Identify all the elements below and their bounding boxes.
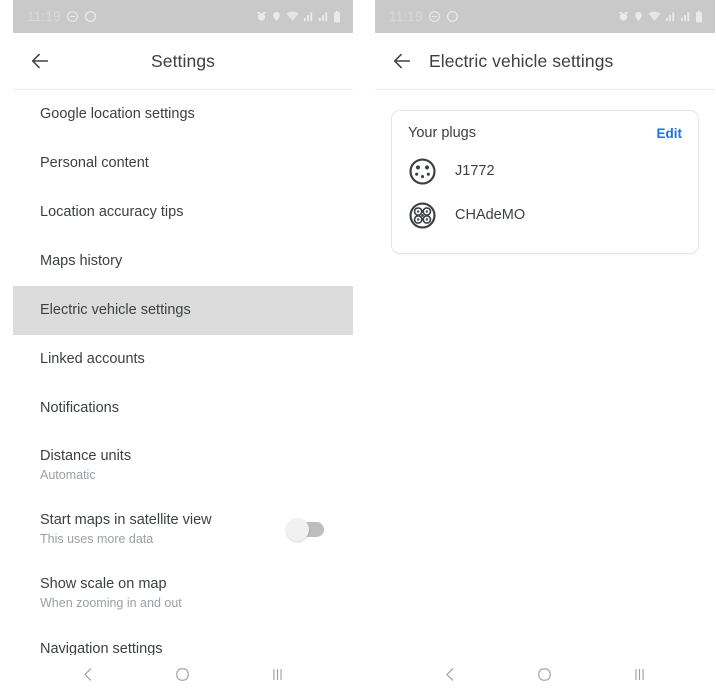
bars-icon [273, 668, 282, 681]
back-button[interactable] [375, 33, 429, 89]
wifi-icon [286, 11, 299, 22]
wifi-icon [648, 11, 661, 22]
home-nav-button[interactable] [519, 655, 571, 694]
back-button[interactable] [13, 33, 67, 89]
settings-item-label: Linked accounts [40, 351, 145, 367]
settings-item-text: Distance units Automatic [40, 447, 131, 484]
settings-item-text: Personal content [40, 154, 149, 173]
settings-item-show-scale-on-map[interactable]: Show scale on map When zooming in and ou… [13, 561, 353, 625]
circle-icon [538, 668, 552, 681]
settings-item-label: Personal content [40, 155, 149, 171]
record-icon [446, 10, 459, 23]
circle-icon [176, 668, 190, 681]
battery-icon [333, 10, 341, 23]
settings-item-label: Distance units [40, 447, 132, 464]
recents-nav-button[interactable] [252, 655, 304, 694]
record-icon [84, 10, 97, 23]
system-nav-bar-left [13, 655, 353, 694]
settings-item-text: Linked accounts [40, 350, 145, 369]
settings-item-sublabel: When zooming in and out [40, 595, 182, 610]
do-not-disturb-icon [428, 10, 441, 23]
settings-item-label: Electric vehicle settings [40, 302, 191, 318]
bars-icon [635, 668, 644, 681]
plug-row[interactable]: J1772 [408, 149, 682, 193]
settings-item-start-maps-in-satellite-view[interactable]: Start maps in satellite view This uses m… [13, 497, 353, 561]
signal-icon [665, 11, 676, 22]
chademo-plug-icon [408, 201, 437, 230]
settings-item-text: Start maps in satellite view This uses m… [40, 511, 212, 548]
settings-item-label: Google location settings [40, 106, 195, 122]
system-nav-bar-right [375, 655, 715, 694]
back-nav-button[interactable] [424, 655, 476, 694]
page-title: Electric vehicle settings [429, 50, 614, 71]
home-nav-button[interactable] [157, 655, 209, 694]
settings-item-notifications[interactable]: Notifications [13, 384, 353, 433]
settings-item-label: Start maps in satellite view [40, 511, 212, 528]
settings-item-text: Notifications [40, 399, 119, 418]
status-time: 11:19 [389, 9, 423, 24]
app-bar-ev-settings: Electric vehicle settings [375, 33, 715, 90]
settings-item-label: Navigation settings [40, 641, 163, 655]
settings-item-text: Electric vehicle settings [40, 301, 191, 320]
settings-item-text: Google location settings [40, 105, 195, 124]
app-bar-settings: Settings [13, 33, 353, 90]
chevron-left-icon [446, 668, 454, 681]
left-phone-screen: 11:19 Settings Google location settings … [13, 0, 353, 694]
ev-settings-body: Your plugs Edit J1772 CHAdeMO [375, 90, 715, 655]
settings-item-text: Maps history [40, 252, 122, 271]
dual-screenshot-container: 11:19 Settings Google location settings … [0, 0, 716, 694]
j1772-plug-icon [408, 157, 437, 186]
chevron-left-icon [84, 668, 92, 681]
settings-item-text: Location accuracy tips [40, 203, 183, 222]
card-header: Your plugs Edit [408, 125, 682, 141]
settings-item-sublabel: Automatic [40, 467, 96, 482]
status-bar-left-group: 11:19 [27, 9, 97, 24]
settings-item-electric-vehicle-settings[interactable]: Electric vehicle settings [13, 286, 353, 335]
settings-item-label: Notifications [40, 400, 119, 416]
do-not-disturb-icon [66, 10, 79, 23]
settings-item-sublabel: This uses more data [40, 531, 154, 546]
plug-label: J1772 [455, 163, 495, 179]
card-title: Your plugs [408, 125, 476, 141]
right-phone-screen: 11:19 Electric vehicle settings Your plu… [375, 0, 715, 694]
settings-item-text: Show scale on map When zooming in and ou… [40, 575, 182, 612]
signal-icon [318, 11, 329, 22]
status-bar-right: 11:19 [375, 0, 715, 33]
settings-item-location-accuracy-tips[interactable]: Location accuracy tips [13, 188, 353, 237]
back-nav-button[interactable] [62, 655, 114, 694]
settings-list[interactable]: Google location settings Personal conten… [13, 90, 353, 655]
settings-item-distance-units[interactable]: Distance units Automatic [13, 433, 353, 497]
status-bar-right-group [618, 10, 703, 23]
status-bar-right-group [256, 10, 341, 23]
status-time: 11:19 [27, 9, 61, 24]
settings-item-label: Maps history [40, 253, 123, 269]
alarm-icon [618, 11, 629, 22]
recents-nav-button[interactable] [614, 655, 666, 694]
settings-item-personal-content[interactable]: Personal content [13, 139, 353, 188]
arrow-left-icon [393, 53, 411, 69]
your-plugs-card: Your plugs Edit J1772 CHAdeMO [391, 110, 699, 254]
signal-icon [680, 11, 691, 22]
satellite-view-toggle[interactable] [286, 517, 324, 541]
location-pin-icon [633, 11, 644, 22]
toggle-knob [286, 517, 309, 541]
edit-plugs-button[interactable]: Edit [657, 126, 683, 141]
settings-item-label: Location accuracy tips [40, 204, 184, 220]
settings-item-label: Show scale on map [40, 575, 167, 592]
battery-icon [695, 10, 703, 23]
settings-item-text: Navigation settings [40, 640, 163, 655]
status-bar-left: 11:19 [13, 0, 353, 33]
arrow-left-icon [31, 53, 49, 69]
settings-item-google-location-settings[interactable]: Google location settings [13, 90, 353, 139]
location-pin-icon [271, 11, 282, 22]
plug-row[interactable]: CHAdeMO [408, 193, 682, 237]
plug-label: CHAdeMO [455, 207, 526, 223]
settings-item-navigation-settings[interactable]: Navigation settings [13, 625, 353, 655]
settings-item-maps-history[interactable]: Maps history [13, 237, 353, 286]
signal-icon [303, 11, 314, 22]
status-bar-left-group: 11:19 [389, 9, 459, 24]
settings-item-linked-accounts[interactable]: Linked accounts [13, 335, 353, 384]
alarm-icon [256, 11, 267, 22]
